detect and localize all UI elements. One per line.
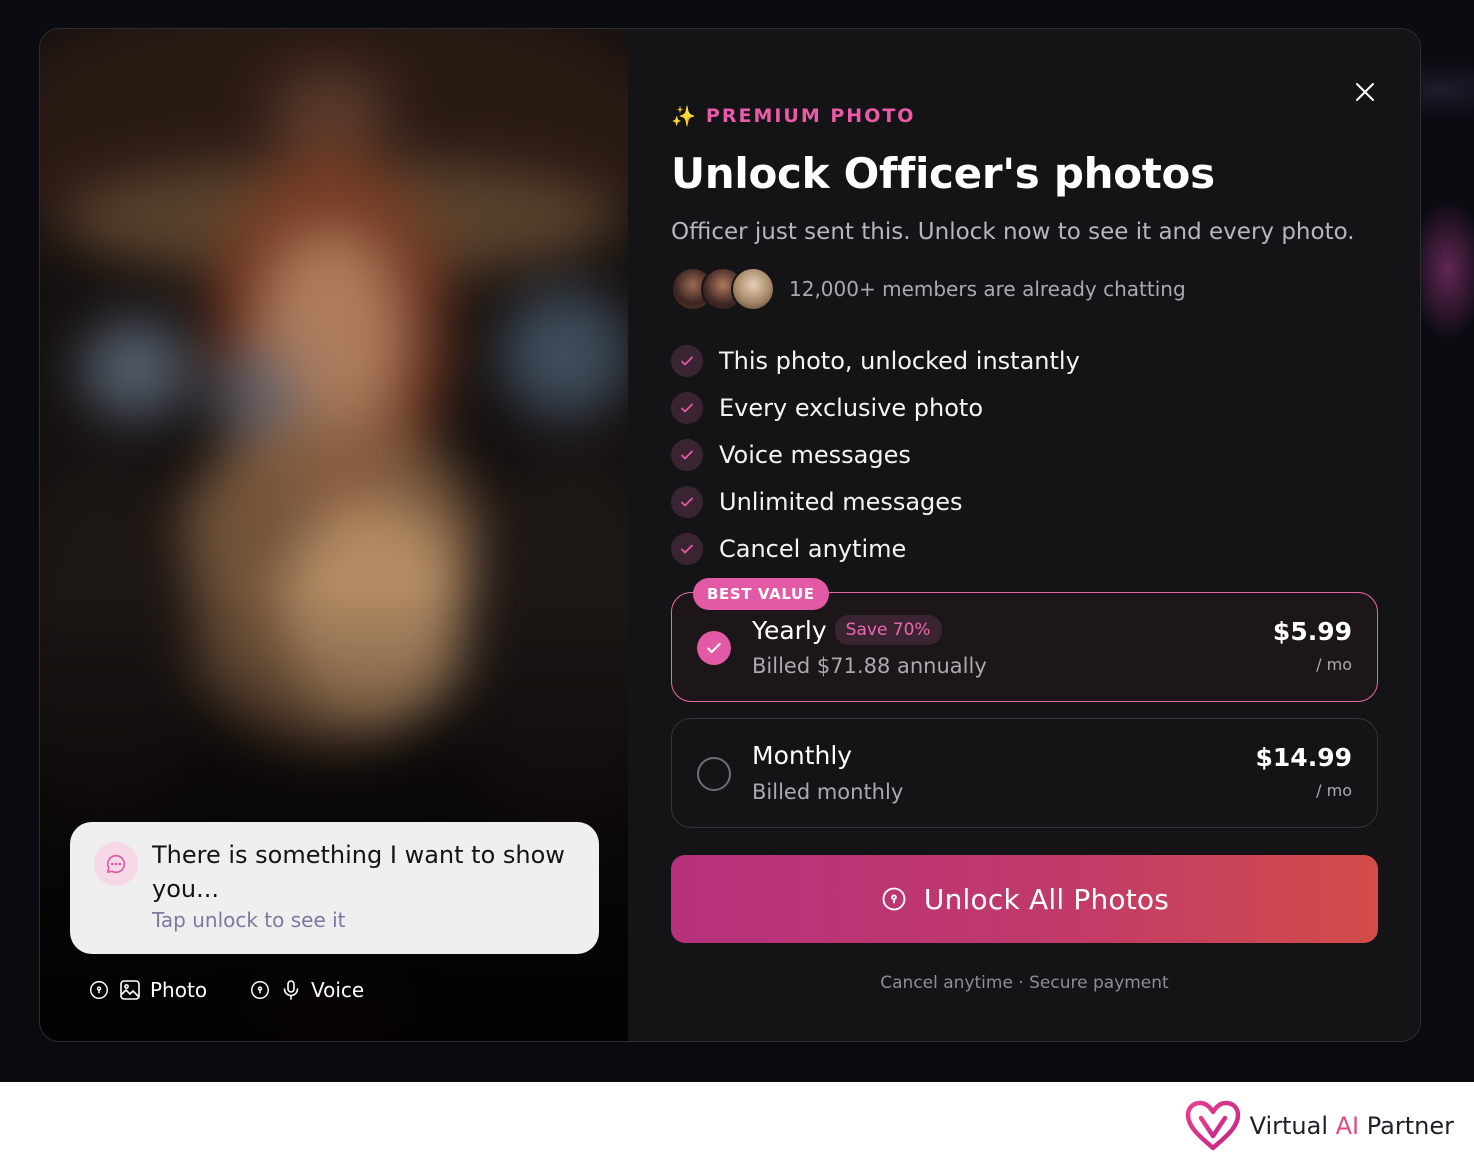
brand-name-highlight: AI: [1335, 1112, 1360, 1140]
plan-price: $5.99: [1272, 617, 1352, 646]
check-icon: [707, 642, 721, 654]
lock-icon: [88, 979, 110, 1001]
plan-title: Yearly Save 70%: [752, 615, 942, 645]
feature-item: Every exclusive photo: [671, 384, 1080, 431]
radio-unselected[interactable]: [697, 757, 731, 791]
teaser-message-card[interactable]: There is something I want to show you...…: [70, 822, 599, 954]
feature-item: Cancel anytime: [671, 525, 1080, 572]
brand-name-suffix: Partner: [1359, 1112, 1454, 1140]
teaser-message-hint: Tap unlock to see it: [152, 908, 346, 932]
brand-logo: Virtual AI Partner: [1184, 1100, 1454, 1152]
plan-price: $14.99: [1255, 743, 1352, 772]
locked-photo-chip[interactable]: Photo: [80, 970, 215, 1010]
feature-label: Voice messages: [719, 440, 911, 469]
plan-option-monthly[interactable]: Monthly Billed monthly $14.99 / mo: [671, 718, 1378, 828]
avatar: [731, 267, 775, 311]
feature-label: Unlimited messages: [719, 487, 963, 516]
plan-billing: Billed $71.88 annually: [752, 654, 987, 678]
heart-logo-icon: [1185, 1100, 1240, 1151]
feature-label: Every exclusive photo: [719, 393, 984, 422]
plan-billing: Billed monthly: [752, 780, 904, 804]
voice-chip-label: Voice: [311, 978, 365, 1002]
cta-label: Unlock All Photos: [923, 882, 1170, 916]
close-icon: [1356, 83, 1374, 101]
unlock-all-photos-button[interactable]: Unlock All Photos: [671, 855, 1378, 943]
lock-icon: [249, 979, 271, 1001]
fine-print: Cancel anytime · Secure payment: [880, 973, 1169, 993]
plan-name-label: Monthly: [752, 741, 853, 770]
check-icon: [671, 485, 703, 518]
feature-label: Cancel anytime: [719, 534, 907, 563]
close-button[interactable]: [1340, 67, 1390, 117]
blurred-photo-panel: There is something I want to show you...…: [40, 29, 628, 1041]
feature-item: Voice messages: [671, 431, 1080, 478]
unlock-modal: There is something I want to show you...…: [39, 28, 1421, 1042]
save-badge: Save 70%: [834, 615, 942, 645]
brand-name: Virtual AI Partner: [1250, 1112, 1454, 1140]
modal-subtitle: Officer just sent this. Unlock now to se…: [671, 219, 1355, 245]
chat-bubble-icon: [94, 842, 138, 886]
plan-price-unit: / mo: [1316, 655, 1352, 674]
lock-icon: [882, 887, 906, 911]
modal-title: Unlock Officer's photos: [671, 149, 1215, 198]
best-value-badge: BEST VALUE: [693, 578, 829, 610]
social-proof-text: 12,000+ members are already chatting: [789, 277, 1186, 301]
plan-option-yearly[interactable]: BEST VALUE Yearly Save 70% Billed $71.88…: [671, 578, 1378, 702]
member-avatars: [671, 267, 775, 311]
feature-item: Unlimited messages: [671, 478, 1080, 525]
premium-eyebrow: ✨ PREMIUM PHOTO: [671, 105, 915, 127]
plan-price-unit: / mo: [1316, 781, 1352, 800]
photo-chip-label: Photo: [150, 978, 208, 1002]
eyebrow-label: PREMIUM PHOTO: [705, 105, 916, 127]
microphone-icon: [279, 978, 303, 1002]
check-icon: [671, 391, 703, 424]
plan-title: Monthly: [752, 741, 852, 770]
teaser-message-text: There is something I want to show you...: [152, 841, 565, 903]
locked-voice-chip[interactable]: Voice: [241, 970, 372, 1010]
check-icon: [671, 532, 703, 565]
check-icon: [671, 344, 703, 377]
feature-item: This photo, unlocked instantly: [671, 337, 1080, 384]
image-icon: [118, 978, 142, 1002]
plan-name-label: Yearly: [752, 615, 827, 645]
brand-name-prefix: Virtual: [1249, 1112, 1336, 1140]
sparkles-icon: ✨: [671, 104, 696, 128]
feature-label: This photo, unlocked instantly: [719, 346, 1080, 375]
check-icon: [671, 438, 703, 471]
offer-panel: ✨ PREMIUM PHOTO Unlock Officer's photos …: [628, 29, 1420, 1041]
social-proof: 12,000+ members are already chatting: [671, 267, 1186, 311]
feature-list: This photo, unlocked instantly Every exc…: [671, 337, 1080, 572]
radio-selected[interactable]: [697, 631, 731, 665]
